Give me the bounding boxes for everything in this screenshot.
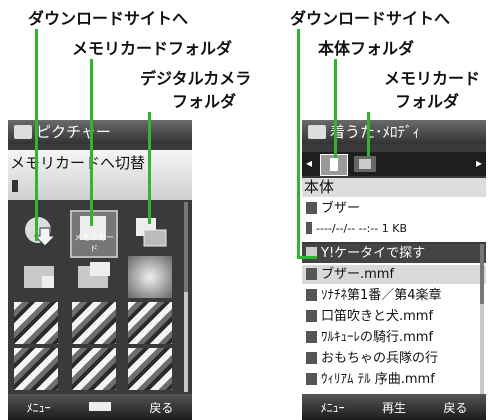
center-softkey[interactable] (69, 400, 130, 414)
menu-softkey[interactable]: ﾒﾆｭｰ (8, 399, 69, 416)
dog-photo-thumbnail[interactable] (128, 256, 172, 298)
scrollbar[interactable] (184, 202, 188, 392)
sound-file-icon (306, 289, 317, 301)
sound-file-icon (306, 352, 317, 364)
back-softkey[interactable]: 戻る (425, 399, 486, 416)
sound-file-icon (306, 202, 317, 214)
annotation-download-site: ダウンロードサイトへ (28, 9, 189, 28)
switch-label: メモリカードへ切替 (10, 154, 146, 172)
callout-line (334, 59, 337, 158)
list-item[interactable]: おもちゃの兵隊の行 (302, 349, 486, 368)
location-panel: 本体 ブザー ----/--/-- --:-- 1 KB (302, 178, 486, 242)
thumbnail[interactable] (14, 348, 58, 390)
selected-file-name: ブザー (302, 199, 486, 218)
sound-file-icon (306, 373, 317, 385)
memory-card-folder-tile[interactable]: メモリカード (70, 210, 118, 258)
folder-icon (14, 125, 32, 139)
download-globe-icon[interactable] (22, 214, 58, 250)
thumbnail[interactable] (72, 302, 116, 344)
tab-memory-card-folder[interactable] (354, 156, 376, 172)
callout-line (297, 256, 317, 259)
tab-bar: ◂ ▸ (302, 152, 486, 176)
thumbnail[interactable] (14, 302, 58, 344)
right-title: 着うた･ﾒﾛﾃﾞｨ (330, 123, 421, 141)
annotation-digital-camera-folder-1: デジタルカメラ (140, 69, 252, 88)
annotation-digital-camera-folder-2: フォルダ (172, 92, 237, 111)
callout-line (367, 112, 370, 156)
menu-softkey[interactable]: ﾒﾆｭｰ (302, 399, 363, 416)
annotation-phone-folder: 本体フォルダ (318, 39, 415, 58)
sound-file-icon (306, 268, 317, 280)
locked-folder-icon[interactable] (22, 258, 58, 294)
sound-file-icon (306, 310, 317, 322)
folder-icon (308, 125, 326, 139)
annotation-download-site-right: ダウンロードサイトへ (290, 9, 451, 28)
left-title: ピクチャー (36, 123, 111, 141)
list-item[interactable]: ｿﾅﾁﾈ第1番／第4楽章 (302, 286, 486, 305)
list-item[interactable]: ﾜﾙｷｭｰﾚの騎行.mmf (302, 328, 486, 347)
thumbnail[interactable] (128, 302, 172, 344)
phone-icon (306, 222, 312, 234)
memory-card-tile-label: メモリカード (74, 233, 114, 253)
list-item[interactable]: 口笛吹きと犬.mmf (302, 307, 486, 326)
callout-line (148, 112, 151, 224)
thumbnail[interactable] (128, 348, 172, 390)
annotation-memory-card-1: メモリカード (384, 69, 481, 88)
location-label: 本体 (302, 178, 486, 197)
file-list: Y!ケータイで探す ブザー.mmf ｿﾅﾁﾈ第1番／第4楽章 口笛吹きと犬.mm… (302, 244, 486, 394)
list-item-search[interactable]: Y!ケータイで探す (302, 244, 486, 263)
right-softkeys: ﾒﾆｭｰ 再生 戻る (302, 394, 486, 420)
play-softkey[interactable]: 再生 (363, 399, 424, 416)
center-key-icon (88, 402, 111, 411)
sound-file-icon (306, 331, 317, 343)
callout-line (297, 29, 300, 259)
list-item[interactable]: ｳｨﾘｱﾑ ﾃﾙ 序曲.mmf (302, 370, 486, 389)
right-title-bar: 着うた･ﾒﾛﾃﾞｨ (302, 120, 486, 144)
left-softkeys: ﾒﾆｭｰ 戻る (8, 394, 192, 420)
annotation-memory-card-2: フォルダ (395, 92, 460, 111)
right-phone-screen: 着うた･ﾒﾛﾃﾞｨ ◂ ▸ 本体 ブザー ----/--/-- --:-- 1 … (302, 120, 486, 420)
back-softkey[interactable]: 戻る (131, 399, 192, 416)
phone-icon (330, 158, 338, 171)
sd-card-icon (359, 159, 371, 169)
callout-line (35, 29, 38, 241)
callout-line (90, 59, 93, 226)
tab-left-arrow-icon[interactable]: ◂ (306, 156, 312, 170)
picture-folder-icon[interactable] (76, 258, 112, 294)
list-item[interactable]: ブザー.mmf (302, 265, 486, 284)
thumbnail[interactable] (72, 348, 116, 390)
annotation-memory-card-folder: メモリカードフォルダ (72, 39, 233, 58)
sd-card-small-icon (12, 180, 18, 192)
scrollbar[interactable] (480, 244, 484, 394)
tab-right-arrow-icon[interactable]: ▸ (476, 156, 482, 170)
file-date-size: ----/--/-- --:-- 1 KB (302, 219, 486, 238)
